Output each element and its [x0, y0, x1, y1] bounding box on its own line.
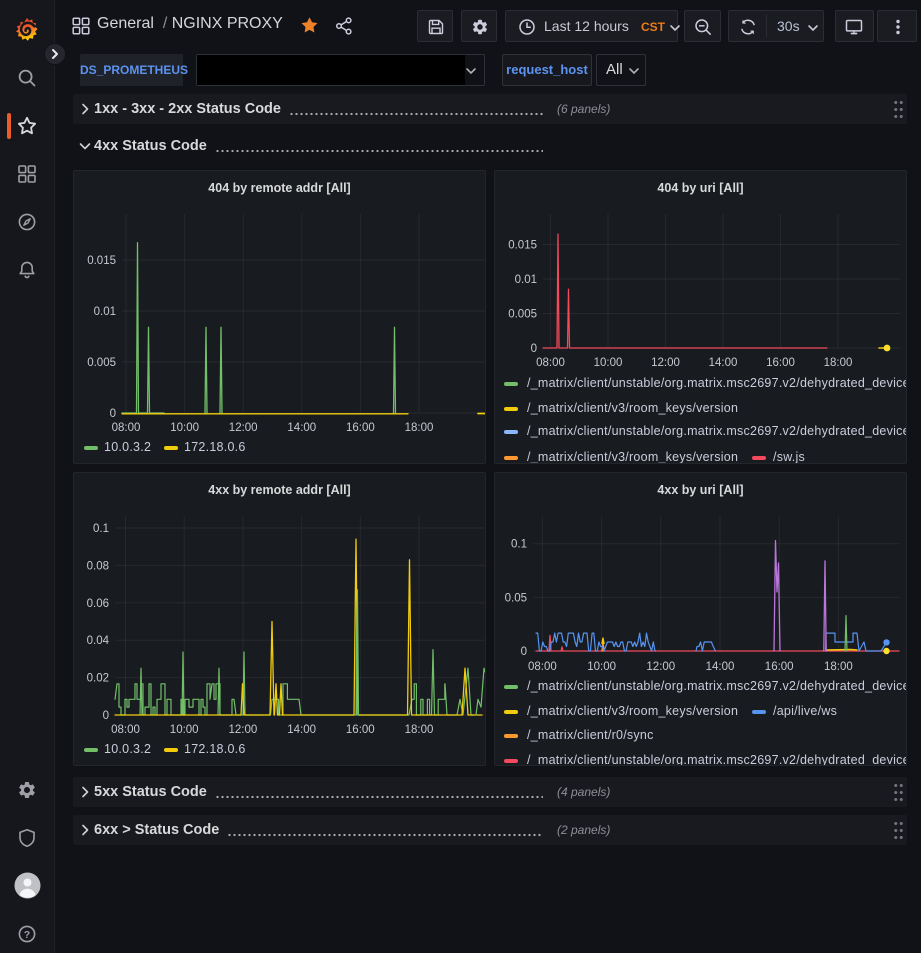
svg-text:0: 0: [531, 343, 537, 355]
svg-text:0.1: 0.1: [511, 539, 527, 551]
svg-text:10:00: 10:00: [170, 422, 199, 434]
svg-text:0: 0: [110, 408, 116, 420]
svg-text:16:00: 16:00: [346, 724, 375, 736]
svg-text:0.06: 0.06: [87, 598, 109, 610]
svg-text:12:00: 12:00: [646, 661, 675, 673]
svg-text:08:00: 08:00: [528, 661, 557, 673]
svg-text:18:00: 18:00: [405, 422, 434, 434]
svg-text:10:00: 10:00: [587, 661, 616, 673]
svg-text:14:00: 14:00: [706, 661, 735, 673]
svg-text:08:00: 08:00: [536, 357, 565, 369]
svg-text:16:00: 16:00: [346, 422, 375, 434]
svg-text:14:00: 14:00: [287, 422, 316, 434]
svg-text:0.1: 0.1: [93, 523, 109, 535]
svg-text:0.005: 0.005: [508, 309, 537, 321]
svg-text:08:00: 08:00: [112, 422, 141, 434]
svg-text:0.08: 0.08: [87, 560, 109, 572]
svg-text:18:00: 18:00: [824, 357, 853, 369]
svg-text:?: ?: [24, 929, 30, 941]
svg-text:0.04: 0.04: [87, 635, 110, 647]
svg-text:12:00: 12:00: [651, 357, 680, 369]
svg-text:0.01: 0.01: [515, 274, 537, 286]
svg-text:10:00: 10:00: [594, 357, 623, 369]
svg-text:0.01: 0.01: [94, 306, 116, 318]
svg-text:10:00: 10:00: [170, 724, 199, 736]
svg-text:12:00: 12:00: [229, 724, 258, 736]
svg-text:0: 0: [103, 710, 109, 722]
svg-text:14:00: 14:00: [709, 357, 738, 369]
svg-text:12:00: 12:00: [229, 422, 258, 434]
svg-text:0.005: 0.005: [87, 357, 116, 369]
svg-text:0: 0: [521, 646, 527, 658]
svg-text:14:00: 14:00: [287, 724, 316, 736]
svg-text:18:00: 18:00: [405, 724, 434, 736]
svg-text:0.05: 0.05: [505, 592, 527, 604]
svg-text:0.015: 0.015: [87, 255, 116, 267]
svg-text:08:00: 08:00: [111, 724, 140, 736]
svg-text:0.015: 0.015: [508, 240, 537, 252]
svg-text:18:00: 18:00: [824, 661, 853, 673]
svg-text:0.02: 0.02: [87, 673, 109, 685]
svg-text:16:00: 16:00: [765, 661, 794, 673]
svg-text:16:00: 16:00: [766, 357, 795, 369]
